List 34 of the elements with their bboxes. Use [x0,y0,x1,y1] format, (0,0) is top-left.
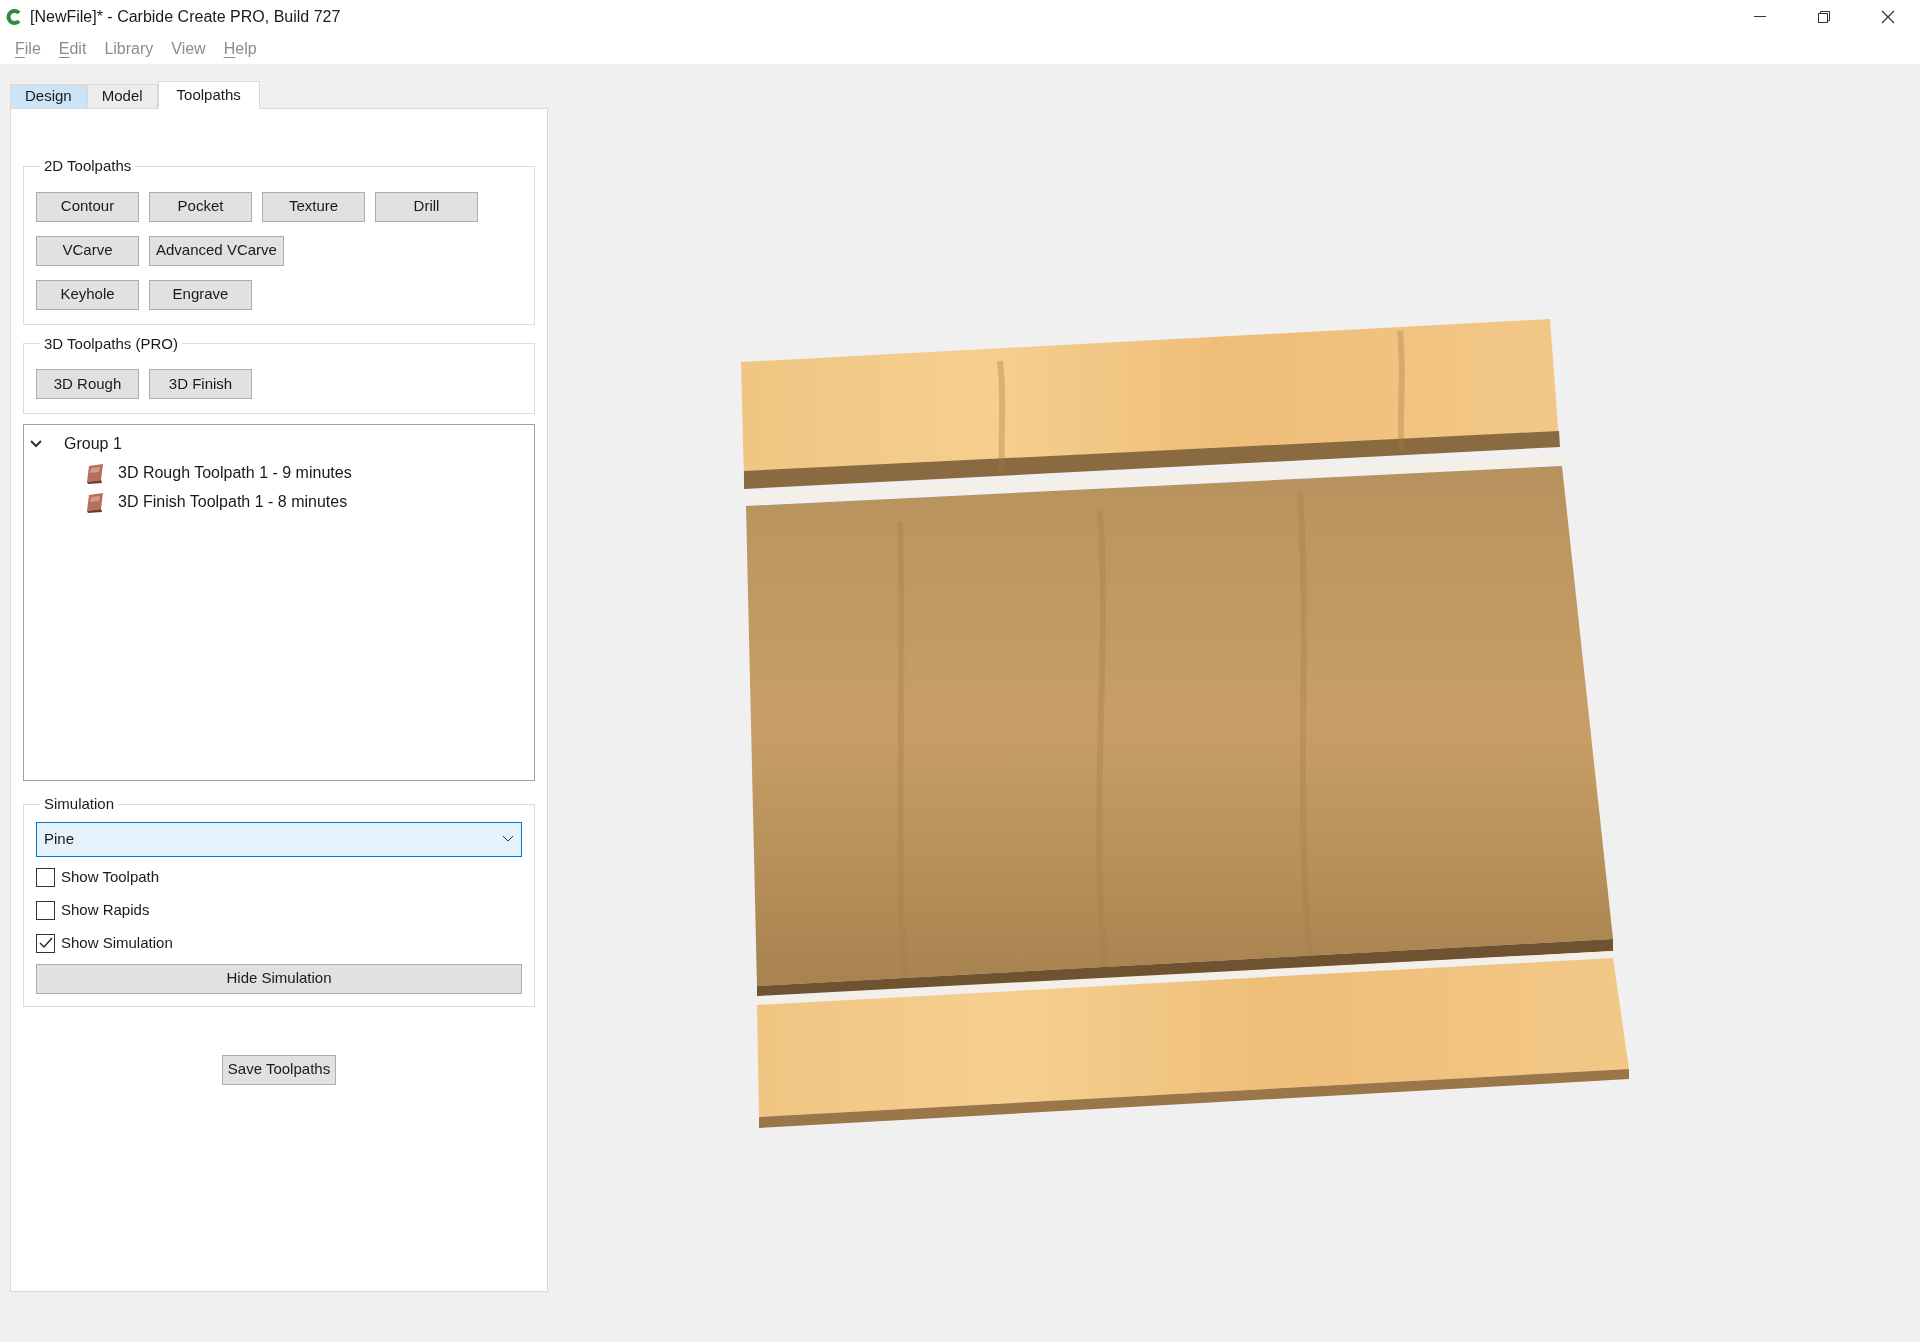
toolpath-button[interactable]: Engrave [149,279,252,310]
checkbox[interactable] [36,867,55,887]
group-title: Simulation [43,794,116,814]
toolpath-icon [84,461,106,484]
checkbox-label[interactable]: Show Toolpath [61,865,160,889]
toolpath-button[interactable]: Contour [36,191,139,222]
checkbox-label[interactable]: Show Rapids [61,898,150,922]
chevron-down-icon [502,835,514,843]
checkbox[interactable] [36,900,55,920]
toolpath-button[interactable]: VCarve [36,235,139,266]
toolpath-button[interactable]: 3D Finish [149,369,252,399]
tab[interactable]: Design [10,84,87,109]
toolpath-button[interactable]: Advanced VCarve [149,235,284,266]
toolpath-button[interactable]: Texture [262,191,365,222]
toolpath-button[interactable]: Keyhole [36,279,139,310]
window-title: [NewFile]* - Carbide Create PRO, Build 727 [30,7,341,27]
tree-item[interactable]: Group 1 [64,431,122,456]
tab[interactable]: Model [86,84,158,109]
toolpath-button[interactable]: Pocket [149,191,252,222]
material-dropdown[interactable]: Pine [36,821,522,857]
group-title: 2D Toolpaths [43,156,133,176]
toolpath-button[interactable]: 3D Rough [36,369,139,399]
chevron-down-icon[interactable] [30,437,42,450]
tab[interactable]: Toolpaths [157,81,260,109]
hide-simulation-button[interactable]: Hide Simulation [36,963,522,994]
app-logo-icon [6,9,22,25]
tree-item[interactable]: 3D Rough Toolpath 1 - 9 minutes [118,460,352,485]
toolpath-button[interactable]: Drill [375,191,478,222]
group-title: 3D Toolpaths (PRO) [43,333,179,354]
toolpath-icon [84,490,106,513]
checkbox-label[interactable]: Show Simulation [61,931,173,955]
tree-item[interactable]: 3D Finish Toolpath 1 - 8 minutes [118,489,348,514]
checkbox[interactable] [36,933,55,953]
save-toolpaths-button[interactable]: Save Toolpaths [221,1054,337,1085]
